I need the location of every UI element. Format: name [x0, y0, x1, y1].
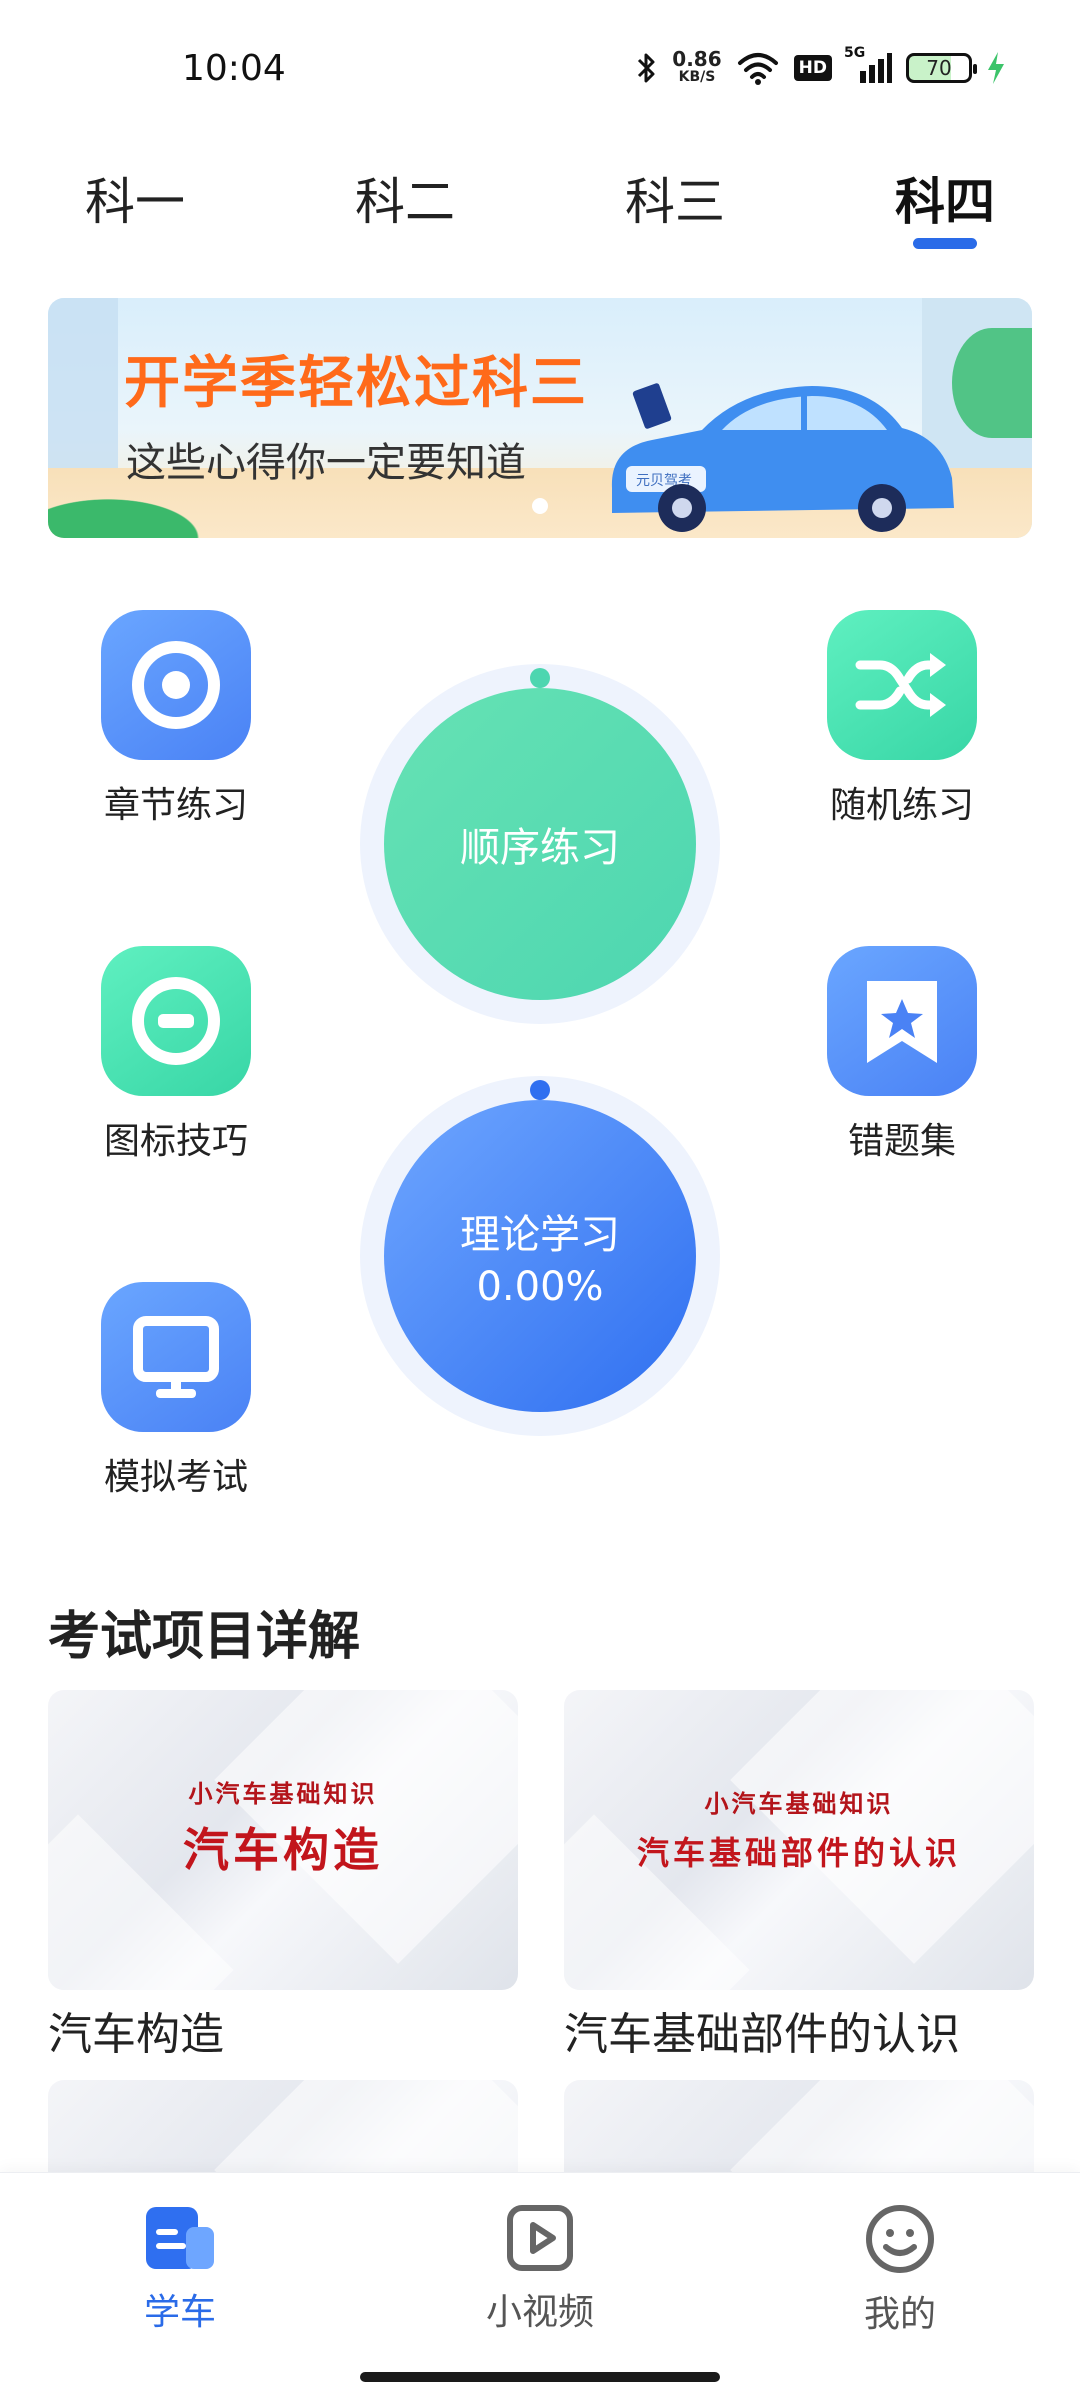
wrong-questions-button[interactable]: 错题集: [802, 946, 1002, 1164]
chapter-practice-tile: [101, 610, 251, 760]
wrong-questions-tile: [827, 946, 977, 1096]
theory-study-ring: 理论学习 0.00%: [360, 1076, 720, 1436]
sign-tips-button[interactable]: 图标技巧: [76, 946, 276, 1164]
sign-tips-tile: [101, 946, 251, 1096]
target-icon: [132, 641, 220, 729]
status-icons: 0.86 KB/S HD 5G 70: [636, 45, 1006, 88]
signal-label: 5G: [844, 45, 866, 61]
thumb-title: 汽车构造: [183, 1823, 383, 1877]
banner-subtitle: 这些心得你一定要知道: [126, 440, 526, 486]
charging-icon: [986, 51, 1006, 85]
smiley-icon: [866, 2205, 934, 2273]
sign-tips-label: 图标技巧: [103, 1121, 248, 1162]
bookmark-star-icon: [867, 981, 937, 1063]
status-bar: 10:04 0.86 KB/S HD 5G 70: [0, 0, 1080, 130]
tab-label: 科一: [85, 173, 185, 231]
wifi-icon: [736, 51, 780, 85]
nav-video-label: 小视频: [485, 2292, 594, 2333]
sequence-practice-label: 顺序练习: [460, 825, 620, 871]
shuffle-icon: [855, 653, 946, 717]
random-practice-button[interactable]: 随机练习: [802, 610, 1002, 828]
progress-dot: [530, 1080, 550, 1100]
theory-study-button[interactable]: 理论学习 0.00%: [384, 1100, 696, 1412]
thumb-subtitle: 小汽车基础知识: [704, 1790, 894, 1818]
tab-subject-4[interactable]: 科四: [810, 150, 1080, 260]
banner-plant: [952, 328, 1032, 438]
nav-learn-label: 学车: [143, 2292, 216, 2333]
tab-subject-1[interactable]: 科一: [0, 150, 270, 260]
bottom-navigation: 学车 小视频 我的: [0, 2172, 1080, 2400]
progress-dot: [530, 668, 550, 688]
section-title: 考试项目详解: [48, 1607, 361, 1667]
signal-icon: 5G: [844, 45, 892, 85]
random-practice-tile: [827, 610, 977, 760]
tab-label: 科四: [895, 173, 995, 231]
sequence-practice-ring: 顺序练习: [360, 664, 720, 1024]
theory-study-label: 理论学习: [460, 1212, 620, 1258]
sequence-practice-button[interactable]: 顺序练习: [384, 688, 696, 1000]
tab-label: 科三: [625, 173, 725, 231]
card-thumbnail: 小汽车基础知识 汽车基础部件的认识: [564, 1690, 1034, 1990]
car-illustration: 元贝驾考: [611, 383, 954, 532]
mock-exam-label: 模拟考试: [103, 1457, 248, 1498]
card-title: 汽车基础部件的认识: [564, 2009, 960, 2060]
play-icon: [507, 2205, 573, 2271]
card-thumbnail: 小汽车基础知识 汽车构造: [48, 1690, 518, 1990]
battery-level: 70: [926, 56, 952, 80]
theory-study-percent: 0.00%: [476, 1264, 604, 1310]
nav-mine-label: 我的: [863, 2294, 936, 2335]
promo-banner[interactable]: 开学季轻松过科三 这些心得你一定要知道 元贝驾考: [48, 298, 1032, 538]
net-speed-unit: KB/S: [678, 69, 716, 85]
minus-circle-icon: [132, 977, 220, 1065]
net-speed-value: 0.86: [672, 47, 722, 71]
card-title: 汽车构造: [48, 2009, 224, 2060]
thumb-subtitle: 小汽车基础知识: [188, 1780, 378, 1808]
tab-subject-2[interactable]: 科二: [270, 150, 540, 260]
status-time: 10:04: [182, 48, 286, 89]
battery-indicator: 70: [906, 53, 977, 83]
network-speed: 0.86 KB/S: [672, 47, 722, 86]
mock-exam-button[interactable]: 模拟考试: [76, 1282, 276, 1500]
tab-subject-3[interactable]: 科三: [540, 150, 810, 260]
wrong-questions-label: 错题集: [847, 1121, 956, 1162]
nav-video[interactable]: 小视频: [440, 2203, 640, 2335]
exam-item-card[interactable]: 小汽车基础知识 汽车基础部件的认识 汽车基础部件的认识: [564, 1690, 1034, 2062]
subject-tabs: 科一 科二 科三 科四: [0, 150, 1080, 260]
thumb-title: 汽车基础部件的认识: [636, 1834, 961, 1872]
home-indicator[interactable]: [360, 2372, 720, 2382]
nav-learn[interactable]: 学车: [80, 2203, 280, 2335]
book-icon: [146, 2207, 214, 2269]
random-practice-label: 随机练习: [829, 785, 974, 826]
banner-title: 开学季轻松过科三: [124, 351, 588, 416]
bluetooth-icon: [636, 51, 658, 85]
chapter-practice-button[interactable]: 章节练习: [76, 610, 276, 828]
nav-mine[interactable]: 我的: [800, 2203, 1000, 2337]
hd-badge: HD: [793, 55, 832, 81]
mock-exam-tile: [101, 1282, 251, 1432]
active-tab-indicator: [913, 238, 977, 249]
carousel-indicator: [532, 498, 548, 514]
tab-label: 科二: [355, 173, 455, 231]
exam-item-card[interactable]: 小汽车基础知识 汽车构造 汽车构造: [48, 1690, 518, 2062]
chapter-practice-label: 章节练习: [103, 785, 248, 826]
monitor-icon: [133, 1316, 219, 1398]
